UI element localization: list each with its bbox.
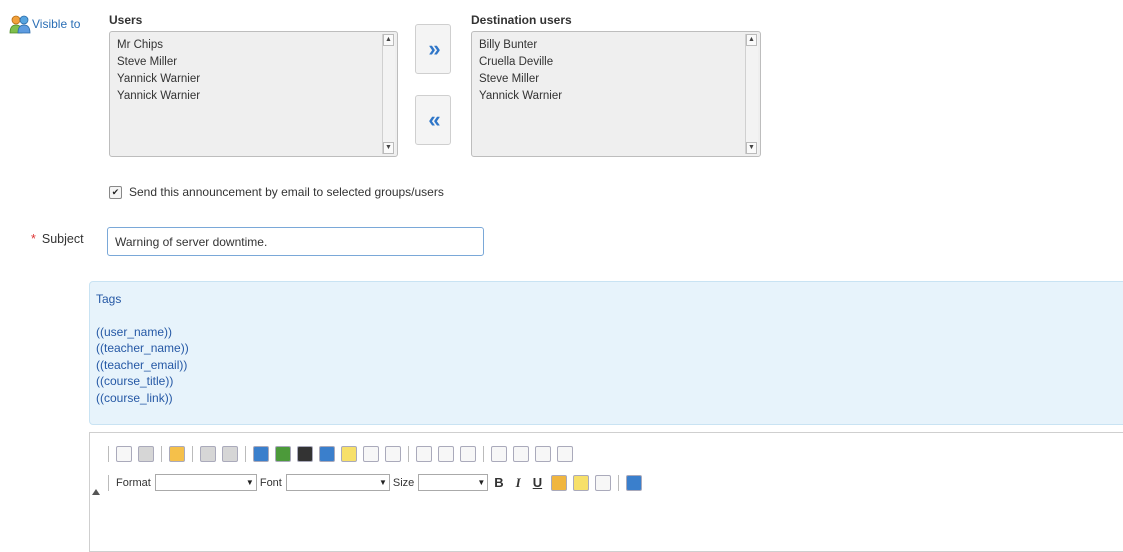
list-item[interactable]: Yannick Warnier: [479, 88, 562, 105]
toolbar-row-2: Format ▼ Font ▼ Size ▼ B I U: [104, 474, 645, 491]
visible-to-text: Visible to: [32, 17, 81, 31]
source-icon[interactable]: [595, 474, 612, 491]
numbered-list-icon[interactable]: [438, 446, 454, 462]
align-right-icon[interactable]: [535, 446, 551, 462]
users-scrollbar[interactable]: ▲ ▼: [382, 34, 395, 154]
bold-button[interactable]: B: [494, 475, 503, 490]
format-select[interactable]: ▼: [154, 474, 257, 491]
toolbar-row-1: [104, 446, 576, 462]
underline-button[interactable]: U: [533, 475, 542, 490]
toolbar-separator: [245, 446, 246, 462]
new-page-icon[interactable]: [116, 446, 132, 462]
rich-text-editor[interactable]: Format ▼ Font ▼ Size ▼ B I U: [89, 432, 1123, 552]
italic-button[interactable]: I: [516, 475, 521, 491]
justify-icon[interactable]: [557, 446, 573, 462]
tag-item: ((course_link)): [96, 390, 173, 405]
email-option-label[interactable]: Send this announcement by email to selec…: [129, 185, 444, 199]
subject-label: * Subject: [31, 232, 84, 246]
templates-icon[interactable]: [138, 446, 154, 462]
horizontal-rule-icon[interactable]: [460, 446, 476, 462]
image-icon[interactable]: [253, 446, 269, 462]
chevron-down-icon: ▼: [378, 478, 387, 487]
users-title: Users: [109, 13, 143, 27]
scroll-up-icon[interactable]: ▲: [383, 34, 394, 46]
link-icon[interactable]: [319, 446, 335, 462]
add-users-button[interactable]: »: [415, 24, 451, 74]
list-item[interactable]: Yannick Warnier: [117, 88, 200, 105]
subject-input[interactable]: [107, 227, 484, 256]
scroll-up-icon[interactable]: ▲: [746, 34, 757, 46]
paste-word-icon[interactable]: [169, 446, 185, 462]
tags-panel: Tags ((user_name)) ((teacher_name)) ((te…: [89, 281, 1123, 425]
video-icon[interactable]: [297, 446, 313, 462]
scroll-down-icon[interactable]: ▼: [383, 142, 394, 154]
flash-icon[interactable]: [275, 446, 291, 462]
formula-icon[interactable]: [385, 446, 401, 462]
toolbar-separator: [161, 446, 162, 462]
list-item[interactable]: Mr Chips: [117, 37, 200, 54]
double-chevron-left-icon: «: [428, 107, 440, 132]
destination-scrollbar[interactable]: ▲ ▼: [745, 34, 758, 154]
email-option-row: ✔ Send this announcement by email to sel…: [109, 185, 444, 199]
toolbar-separator: [108, 474, 109, 491]
destination-title: Destination users: [471, 13, 572, 27]
redo-icon[interactable]: [222, 446, 238, 462]
people-icon: [9, 15, 31, 34]
toolbar-separator: [618, 474, 620, 491]
align-center-icon[interactable]: [513, 446, 529, 462]
toolbar-separator: [192, 446, 193, 462]
required-mark: *: [31, 232, 36, 246]
undo-icon[interactable]: [200, 446, 216, 462]
tag-item: ((teacher_name)): [96, 341, 189, 355]
tag-item: ((user_name)): [96, 324, 173, 339]
audio-icon[interactable]: [341, 446, 357, 462]
scroll-down-icon[interactable]: ▼: [746, 142, 757, 154]
tags-title: Tags: [96, 292, 122, 306]
editor-toolbar: Format ▼ Font ▼ Size ▼ B I U: [90, 433, 1123, 501]
list-item[interactable]: Billy Bunter: [479, 37, 562, 54]
chevron-down-icon: ▼: [245, 478, 254, 487]
visible-to-label[interactable]: Visible to: [9, 14, 80, 34]
size-select[interactable]: ▼: [418, 474, 489, 491]
align-left-icon[interactable]: [491, 446, 507, 462]
toolbar-separator: [408, 446, 409, 462]
collapse-toolbar-icon[interactable]: [92, 489, 100, 495]
toolbar-separator: [483, 446, 484, 462]
destination-listbox[interactable]: Billy Bunter Cruella Deville Steve Mille…: [471, 31, 761, 157]
background-color-icon[interactable]: [573, 474, 590, 491]
email-checkbox[interactable]: ✔: [109, 185, 122, 199]
text-color-icon[interactable]: [551, 474, 568, 491]
users-listbox[interactable]: Mr Chips Steve Miller Yannick Warnier Ya…: [109, 31, 398, 157]
list-item[interactable]: Yannick Warnier: [117, 71, 200, 88]
list-item[interactable]: Steve Miller: [479, 71, 562, 88]
font-label: Font: [259, 476, 282, 489]
format-label: Format: [116, 476, 151, 489]
chevron-down-icon: ▼: [477, 478, 486, 487]
double-chevron-right-icon: »: [428, 36, 440, 61]
tag-item: ((teacher_email)): [96, 357, 188, 372]
subject-label-text: Subject: [41, 232, 84, 246]
list-item[interactable]: Cruella Deville: [479, 54, 562, 71]
font-select[interactable]: ▼: [285, 474, 390, 491]
list-item[interactable]: Steve Miller: [117, 54, 200, 71]
toolbar-separator: [108, 446, 109, 462]
maximize-icon[interactable]: [626, 474, 643, 491]
size-label: Size: [392, 476, 415, 489]
table-icon[interactable]: [363, 446, 379, 462]
bullet-list-icon[interactable]: [416, 446, 432, 462]
tag-item: ((course_title)): [96, 374, 174, 388]
remove-users-button[interactable]: «: [415, 95, 451, 145]
